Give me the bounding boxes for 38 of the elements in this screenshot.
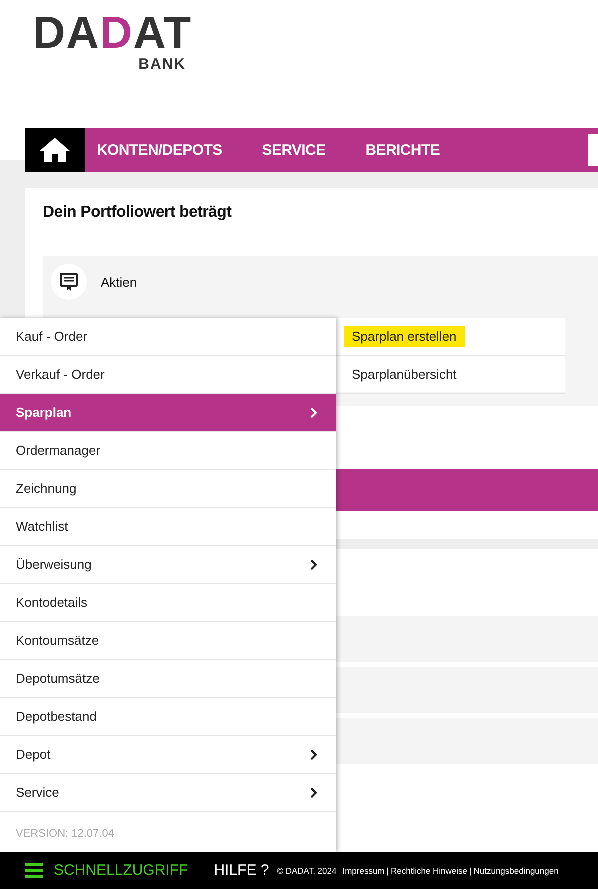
chevron-right-icon [310, 406, 318, 418]
link-separator: | [470, 866, 472, 876]
copyright-text: © DADAT, 2024 [277, 866, 337, 876]
nav-link[interactable]: KONTEN/DEPOTS [97, 142, 222, 158]
logo[interactable]: DADAT BANK [33, 10, 198, 73]
chevron-right-icon [310, 786, 318, 798]
nav-link[interactable]: SERVICE [262, 142, 326, 158]
menu-item[interactable]: Kauf - Order [0, 318, 336, 356]
menu-item[interactable]: Ordermanager [0, 432, 336, 470]
chevron-right-icon [310, 748, 318, 760]
menu-item[interactable]: Depot [0, 736, 336, 774]
submenu-item[interactable]: Sparplanübersicht [344, 364, 465, 385]
nav-link[interactable]: BERICHTE [366, 142, 440, 158]
menu-item[interactable]: Depotbestand [0, 698, 336, 736]
home-button[interactable] [25, 128, 85, 172]
footer-link[interactable]: Rechtliche Hinweise [390, 866, 468, 876]
footer-link[interactable]: Nutzungsbedingungen [474, 866, 559, 876]
menu-item[interactable]: Kontodetails [0, 584, 336, 622]
help-link[interactable]: HILFE ? [214, 862, 270, 879]
menu-item[interactable]: Depotumsätze [0, 660, 336, 698]
search-field[interactable] [588, 134, 598, 166]
menu-item[interactable]: Überweisung [0, 546, 336, 584]
menu-icon [25, 863, 43, 878]
menu-item[interactable]: Zeichnung [0, 470, 336, 508]
submenu-item[interactable]: Sparplan erstellen [344, 326, 465, 347]
version-label: VERSION: 12.07.04 [15, 827, 116, 842]
menu-item[interactable]: Service [0, 774, 336, 812]
category-label: Aktien [101, 274, 138, 290]
footer-link[interactable]: Impressum [342, 866, 385, 876]
menu-item[interactable]: Kontoumsätze [0, 622, 336, 660]
chevron-right-icon [310, 558, 318, 570]
portfolio-title: Dein Portfoliowert beträgt [43, 204, 233, 222]
certificate-icon [51, 264, 87, 300]
quick-access-button[interactable]: SCHNELLZUGRIFF [25, 862, 188, 879]
home-icon [38, 136, 72, 164]
link-separator: | [386, 866, 389, 876]
menu-item[interactable]: Sparplan [0, 394, 336, 432]
menu-item[interactable]: Watchlist [0, 508, 336, 546]
